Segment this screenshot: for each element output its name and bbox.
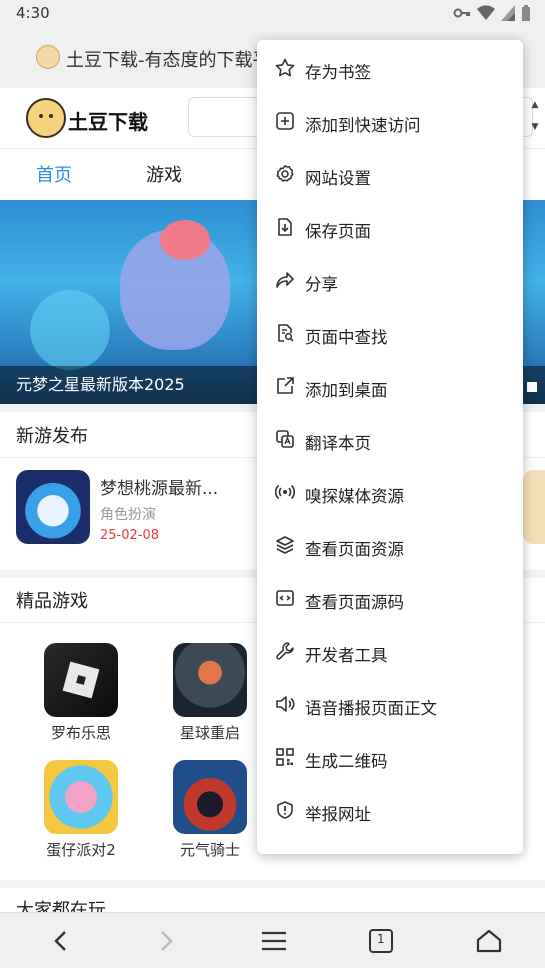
site-logo-icon[interactable] <box>26 98 66 138</box>
new-game-icon[interactable] <box>16 470 90 544</box>
menu-item-site-settings[interactable]: 网站设置 <box>257 148 523 201</box>
menu-item-dev-tools[interactable]: 开发者工具 <box>257 625 523 678</box>
forward-icon <box>161 931 173 951</box>
menu-item-label: 生成二维码 <box>305 752 388 771</box>
back-button[interactable] <box>44 925 76 957</box>
menu-button[interactable] <box>258 925 290 957</box>
game-label[interactable]: 蛋仔派对2 <box>31 839 131 860</box>
signal-icon <box>501 5 515 21</box>
menu-item-label: 查看页面源码 <box>305 593 404 612</box>
star-icon <box>275 58 295 77</box>
translate-icon <box>276 430 294 448</box>
next-game-card[interactable] <box>523 470 545 544</box>
qr-code-icon <box>276 748 294 766</box>
forward-button[interactable] <box>151 925 183 957</box>
new-game-category: 角色扮演 <box>100 507 156 523</box>
wrench-icon <box>276 642 294 660</box>
banner-indicator <box>527 382 537 392</box>
home-icon <box>476 929 502 953</box>
gear-icon <box>276 165 294 182</box>
speaker-icon <box>276 696 295 712</box>
tab-count: 1 <box>377 932 385 946</box>
menu-item-save-page[interactable]: 保存页面 <box>257 201 523 254</box>
menu-item-label: 语音播报页面正文 <box>305 699 437 718</box>
menu-item-read-aloud[interactable]: 语音播报页面正文 <box>257 678 523 731</box>
game-icon-eggy-party[interactable] <box>44 760 118 834</box>
section-title-featured: 精品游戏 <box>16 591 88 612</box>
browser-tab-title[interactable]: 土豆下载-有态度的下载平 <box>66 46 266 72</box>
status-bar: 4:30 <box>0 0 545 26</box>
nav-tab-games[interactable]: 游戏 <box>146 161 182 187</box>
new-game-title[interactable]: 梦想桃源最新... <box>100 474 218 499</box>
banner-caption: 元梦之星最新版本2025 <box>16 375 185 394</box>
hamburger-menu-icon <box>262 931 286 951</box>
game-label[interactable]: 星球重启 <box>160 722 260 743</box>
add-to-desktop-icon <box>277 377 294 394</box>
menu-item-label: 存为书签 <box>305 63 371 82</box>
menu-item-label: 页面中查找 <box>305 328 388 347</box>
back-icon <box>54 931 66 951</box>
share-icon <box>276 272 294 288</box>
section-title-new-games: 新游发布 <box>16 426 88 447</box>
menu-item-label: 添加到快速访问 <box>305 116 421 135</box>
menu-item-add-to-desktop[interactable]: 添加到桌面 <box>257 360 523 413</box>
battery-icon <box>522 5 530 21</box>
browser-bottom-toolbar: 1 <box>0 912 545 968</box>
menu-item-qr-code[interactable]: 生成二维码 <box>257 731 523 784</box>
menu-item-label: 添加到桌面 <box>305 381 388 400</box>
nav-tab-home[interactable]: 首页 <box>36 161 72 187</box>
game-icon-roblox[interactable] <box>44 643 118 717</box>
code-icon <box>276 590 294 606</box>
menu-item-quick-access[interactable]: 添加到快速访问 <box>257 95 523 148</box>
section-title-popular: 大家都在玩 <box>16 900 106 912</box>
game-icon-planet-restart[interactable] <box>173 643 247 717</box>
overflow-menu: 存为书签 添加到快速访问 网站设置 保存页面 分享 页面中查找 添加到桌面 翻译… <box>257 40 523 854</box>
menu-item-label: 开发者工具 <box>305 646 388 665</box>
menu-item-label: 嗅探媒体资源 <box>305 487 404 506</box>
status-icons <box>453 5 531 21</box>
home-button[interactable] <box>473 925 505 957</box>
menu-item-label: 查看页面资源 <box>305 540 404 559</box>
menu-item-bookmark[interactable]: 存为书签 <box>257 42 523 95</box>
radio-signal-icon <box>275 484 295 500</box>
new-game-date: 25-02-08 <box>100 528 160 543</box>
menu-item-report-url[interactable]: 举报网址 <box>257 784 523 837</box>
menu-item-label: 保存页面 <box>305 222 371 241</box>
menu-item-view-source[interactable]: 查看页面源码 <box>257 572 523 625</box>
page-scroll-arrows[interactable]: ▲ ▼ <box>529 94 541 138</box>
game-label[interactable]: 罗布乐思 <box>31 722 131 743</box>
game-label[interactable]: 元气骑士 <box>160 839 260 860</box>
find-in-page-icon <box>278 324 294 342</box>
section-divider <box>0 880 545 888</box>
wifi-icon <box>477 5 495 21</box>
report-icon <box>277 801 293 819</box>
menu-item-page-resources[interactable]: 查看页面资源 <box>257 519 523 572</box>
menu-item-label: 网站设置 <box>305 169 371 188</box>
menu-item-share[interactable]: 分享 <box>257 254 523 307</box>
status-time: 4:30 <box>16 4 50 22</box>
site-favicon <box>36 45 60 69</box>
download-file-icon <box>278 218 292 236</box>
game-icon-soul-knight[interactable] <box>173 760 247 834</box>
plus-square-icon <box>276 112 294 130</box>
menu-item-label: 举报网址 <box>305 805 371 824</box>
vpn-key-icon <box>453 8 470 18</box>
site-logo-text[interactable]: 土豆下载 <box>68 106 148 135</box>
layers-icon <box>276 536 294 554</box>
menu-item-sniff-media[interactable]: 嗅探媒体资源 <box>257 466 523 519</box>
menu-item-label: 分享 <box>305 275 338 294</box>
menu-item-label: 翻译本页 <box>305 434 371 453</box>
menu-item-translate[interactable]: 翻译本页 <box>257 413 523 466</box>
menu-item-find-in-page[interactable]: 页面中查找 <box>257 307 523 360</box>
tabs-button[interactable]: 1 <box>365 925 397 957</box>
